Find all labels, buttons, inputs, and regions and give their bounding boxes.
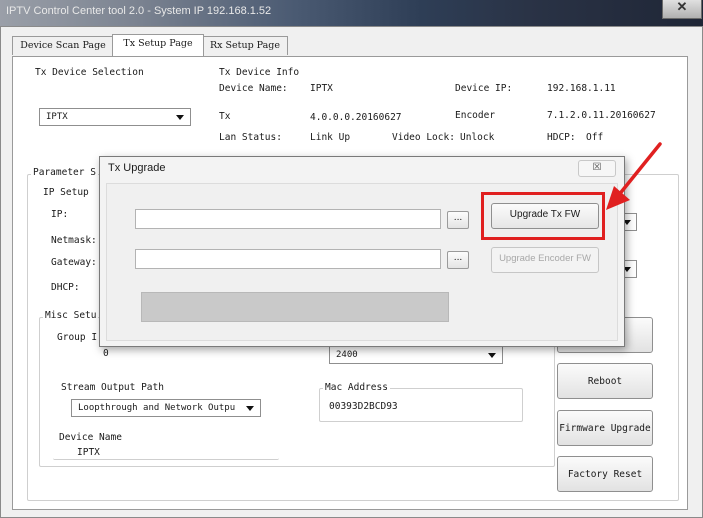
title-bar: IPTV Control Center tool 2.0 - System IP… [0,0,703,26]
tx-fw-browse-button[interactable]: ... [447,211,469,229]
device-name-value: IPTX [310,83,333,94]
device-name-label: Device Name: [219,83,288,94]
tx-fw-path-field[interactable] [135,209,441,229]
misc-setup-title: Misc Setu [43,310,99,321]
group-id-value: 0 [103,348,109,359]
bitrate-selected: 2400 [336,350,358,360]
misc-device-name-label: Device Name [59,432,122,443]
device-ip-value: 192.168.1.11 [547,83,616,94]
misc-device-name-value: IPTX [77,447,100,458]
device-ip-label: Device IP: [455,83,513,94]
video-lock-label: Video Lock: [392,132,455,143]
annotation-arrow-icon [606,142,662,210]
gateway-label: Gateway: [51,257,97,268]
tx-version-label: Tx [219,111,231,122]
lan-status-value: Link Up [310,132,351,143]
upgrade-progress-bar [141,292,449,322]
window-close-button[interactable]: ✕ [662,0,702,19]
factory-reset-button[interactable]: Factory Reset [557,456,653,492]
stream-output-select[interactable]: Loopthrough and Network Outpu [71,399,261,417]
parameter-setup-title: Parameter S [31,167,98,178]
lan-status-label: Lan Status: [219,132,282,143]
tx-info-title: Tx Device Info [219,67,300,78]
ip-setup-title: IP Setup [43,187,89,198]
window-title: IPTV Control Center tool 2.0 - System IP… [6,5,272,17]
stream-output-selected: Loopthrough and Network Outpu [78,403,236,413]
bitrate-select[interactable]: 2400 [329,346,503,364]
dialog-title-bar: Tx Upgrade ☒ [100,157,624,181]
netmask-label: Netmask: [51,235,97,246]
tab-tx-setup[interactable]: Tx Setup Page [112,34,204,56]
dhcp-label: DHCP: [51,282,80,293]
annotation-highlight-box [481,192,605,240]
tx-selection-label: Tx Device Selection [35,67,144,78]
dialog-title: Tx Upgrade [108,162,166,174]
tx-device-selected: IPTX [46,112,68,122]
encoder-version-value: 7.1.2.0.11.20160627 [547,110,656,121]
tab-rx-setup[interactable]: Rx Setup Page [202,36,288,55]
firmware-upgrade-button[interactable]: Firmware Upgrade [557,410,653,446]
tx-device-select[interactable]: IPTX [39,108,191,126]
video-lock-value: Unlock [460,132,495,143]
mac-address-label: Mac Address [323,382,390,393]
chevron-down-icon [488,353,496,358]
tx-version-value: 4.0.0.0.20160627 [310,112,402,123]
group-id-label: Group I [57,332,98,343]
reboot-button[interactable]: Reboot [557,363,653,399]
encoder-label: Encoder [455,110,496,121]
chevron-down-icon [176,115,184,120]
tx-upgrade-dialog: Tx Upgrade ☒ ... Upgrade Tx FW ... Upgra… [99,156,625,347]
tab-device-scan[interactable]: Device Scan Page [12,36,114,55]
chevron-down-icon [246,406,254,411]
upgrade-encoder-fw-button: Upgrade Encoder FW [491,247,599,273]
mac-address-value: 00393D2BCD93 [329,401,398,412]
encoder-fw-path-field[interactable] [135,249,441,269]
stream-output-label: Stream Output Path [61,382,164,393]
encoder-fw-browse-button[interactable]: ... [447,251,469,269]
ip-label: IP: [51,209,69,220]
hdcp-label: HDCP: [547,132,576,143]
